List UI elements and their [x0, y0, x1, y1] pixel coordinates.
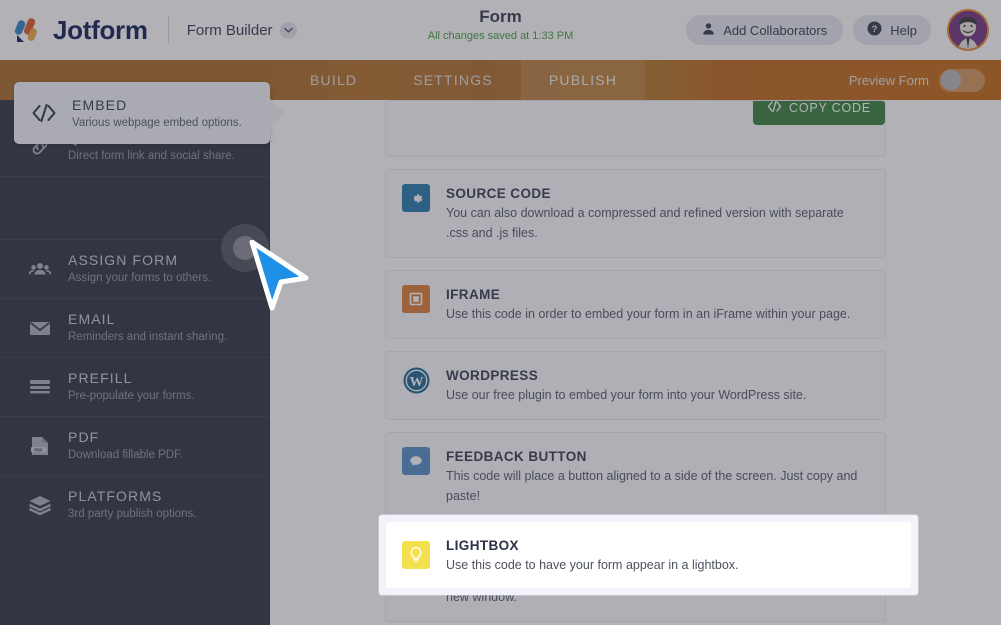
- card-text: WORDPRESS Use our free plugin to embed y…: [446, 366, 869, 405]
- mouse-pointer-icon: [248, 240, 310, 317]
- card-title: FEEDBACK BUTTON: [446, 447, 869, 466]
- sidebar-item-prefill[interactable]: PREFILL Pre-populate your forms.: [0, 358, 270, 416]
- code-brackets-icon: [26, 104, 62, 122]
- wordpress-icon: W: [402, 366, 430, 394]
- chevron-down-icon: [280, 22, 297, 39]
- card-description: This code will place a button aligned to…: [446, 466, 869, 506]
- card-title: IFRAME: [446, 285, 869, 304]
- code-brackets-icon: [767, 101, 782, 115]
- svg-text:W: W: [409, 375, 423, 390]
- card-source-code[interactable]: SOURCE CODE You can also download a comp…: [385, 169, 886, 258]
- sidebar-item-desc: Assign your forms to others.: [68, 270, 211, 286]
- app-switcher-label: Form Builder: [187, 22, 273, 39]
- square-frame-icon: [402, 285, 430, 313]
- sidebar-item-desc: Pre-populate your forms.: [68, 388, 195, 404]
- sidebar-item-email[interactable]: EMAIL Reminders and instant sharing.: [0, 299, 270, 357]
- sidebar-item-title: PREFILL: [68, 369, 195, 388]
- sidebar-item-title: EMAIL: [68, 310, 227, 329]
- tab-settings[interactable]: SETTINGS: [385, 60, 521, 100]
- app-switcher[interactable]: Form Builder: [187, 22, 297, 39]
- brand-name: Jotform: [53, 15, 148, 46]
- svg-text:PDF: PDF: [34, 447, 43, 452]
- brand-logo[interactable]: Jotform: [0, 15, 148, 46]
- add-collaborators-button[interactable]: Add Collaborators: [686, 15, 843, 45]
- card-text: IFRAME Use this code in order to embed y…: [446, 285, 869, 324]
- copy-code-label: COPY CODE: [789, 101, 871, 115]
- card-feedback-button[interactable]: FEEDBACK BUTTON This code will place a b…: [385, 432, 886, 521]
- card-title: SOURCE CODE: [446, 184, 869, 203]
- envelope-icon: [22, 316, 58, 340]
- help-button[interactable]: ? Help: [853, 15, 931, 45]
- preview-form-label: Preview Form: [849, 73, 929, 88]
- person-icon: [702, 22, 715, 38]
- card-title: LIGHTBOX: [446, 536, 895, 555]
- card-text: SOURCE CODE You can also download a comp…: [446, 184, 869, 243]
- card-description: Use this code to have your form appear i…: [446, 555, 895, 575]
- avatar[interactable]: [947, 9, 989, 51]
- add-collaborators-label: Add Collaborators: [723, 23, 827, 38]
- publish-sidebar: QUICK SHARE Direct form link and social …: [0, 100, 270, 625]
- card-description: Use this code in order to embed your for…: [446, 304, 869, 324]
- lightbox-card-spotlight: LIGHTBOX Use this code to have your form…: [379, 515, 918, 595]
- layers-icon: [22, 494, 58, 516]
- card-wordpress[interactable]: W WORDPRESS Use our free plugin to embed…: [385, 351, 886, 420]
- help-label: Help: [890, 23, 917, 38]
- card-quick-embed-partial[interactable]: COPY CODE: [385, 100, 886, 157]
- card-text: LIGHTBOX Use this code to have your form…: [446, 536, 895, 575]
- jotform-logo-icon: [14, 15, 44, 45]
- tab-publish[interactable]: PUBLISH: [521, 60, 645, 100]
- tabs-group: BUILD SETTINGS PUBLISH: [282, 60, 645, 100]
- sidebar-item-desc: Reminders and instant sharing.: [68, 329, 227, 345]
- sidebar-item-title: EMBED: [72, 96, 242, 115]
- svg-text:?: ?: [872, 24, 878, 35]
- card-description: You can also download a compressed and r…: [446, 203, 869, 243]
- card-lightbox[interactable]: LIGHTBOX Use this code to have your form…: [386, 522, 911, 588]
- question-circle-icon: ?: [867, 21, 882, 39]
- gear-icon: [402, 184, 430, 212]
- sidebar-item-desc: Download fillable PDF.: [68, 447, 183, 463]
- tab-build[interactable]: BUILD: [282, 60, 385, 100]
- sidebar-item-desc: Direct form link and social share.: [68, 148, 235, 164]
- pdf-file-icon: PDF: [22, 434, 58, 458]
- sidebar-item-title: PDF: [68, 428, 183, 447]
- card-iframe[interactable]: IFRAME Use this code in order to embed y…: [385, 270, 886, 339]
- sidebar-item-title: PLATFORMS: [68, 487, 197, 506]
- sidebar-item-desc: Various webpage embed options.: [72, 115, 242, 131]
- lightbulb-icon: [402, 541, 430, 569]
- header-divider: [168, 16, 169, 44]
- copy-code-button[interactable]: COPY CODE: [753, 100, 885, 125]
- people-group-icon: [22, 258, 58, 280]
- app-header: Jotform Form Builder Form All changes sa…: [0, 0, 1001, 60]
- list-lines-icon: [22, 377, 58, 397]
- toggle-knob: [941, 70, 961, 90]
- card-text: FEEDBACK BUTTON This code will place a b…: [446, 447, 869, 506]
- card-description: Use our free plugin to embed your form i…: [446, 385, 869, 405]
- speech-bubble-icon: [402, 447, 430, 475]
- sidebar-item-platforms[interactable]: PLATFORMS 3rd party publish options.: [0, 476, 270, 534]
- header-actions: Add Collaborators ? Help: [686, 9, 1001, 51]
- app-root: Jotform Form Builder Form All changes sa…: [0, 0, 1001, 625]
- card-title: WORDPRESS: [446, 366, 869, 385]
- sidebar-selection-pointer: [269, 98, 285, 128]
- sidebar-item-title: ASSIGN FORM: [68, 251, 211, 270]
- preview-form-toggle[interactable]: [939, 69, 985, 92]
- sidebar-item-embed[interactable]: EMBED Various webpage embed options.: [14, 82, 270, 144]
- preview-form-control: Preview Form: [849, 69, 1001, 92]
- sidebar-item-desc: 3rd party publish options.: [68, 506, 197, 522]
- sidebar-item-pdf[interactable]: PDF PDF Download fillable PDF.: [0, 417, 270, 475]
- user-avatar: [949, 11, 987, 49]
